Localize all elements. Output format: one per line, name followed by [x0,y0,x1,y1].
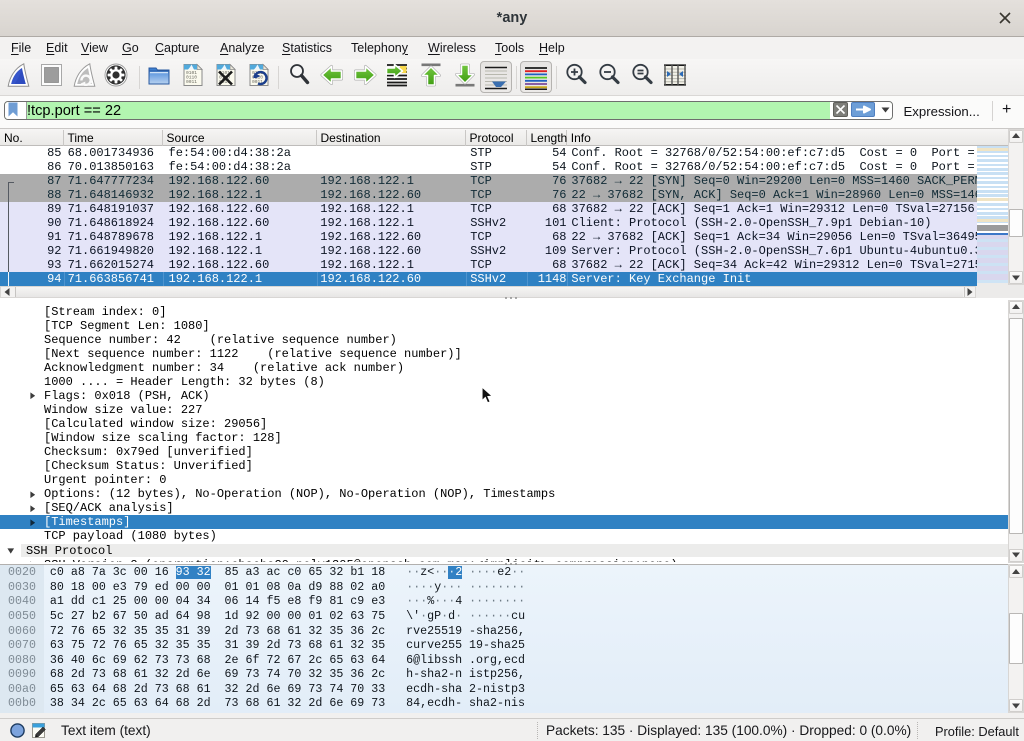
svg-text:0011: 0011 [186,79,197,85]
